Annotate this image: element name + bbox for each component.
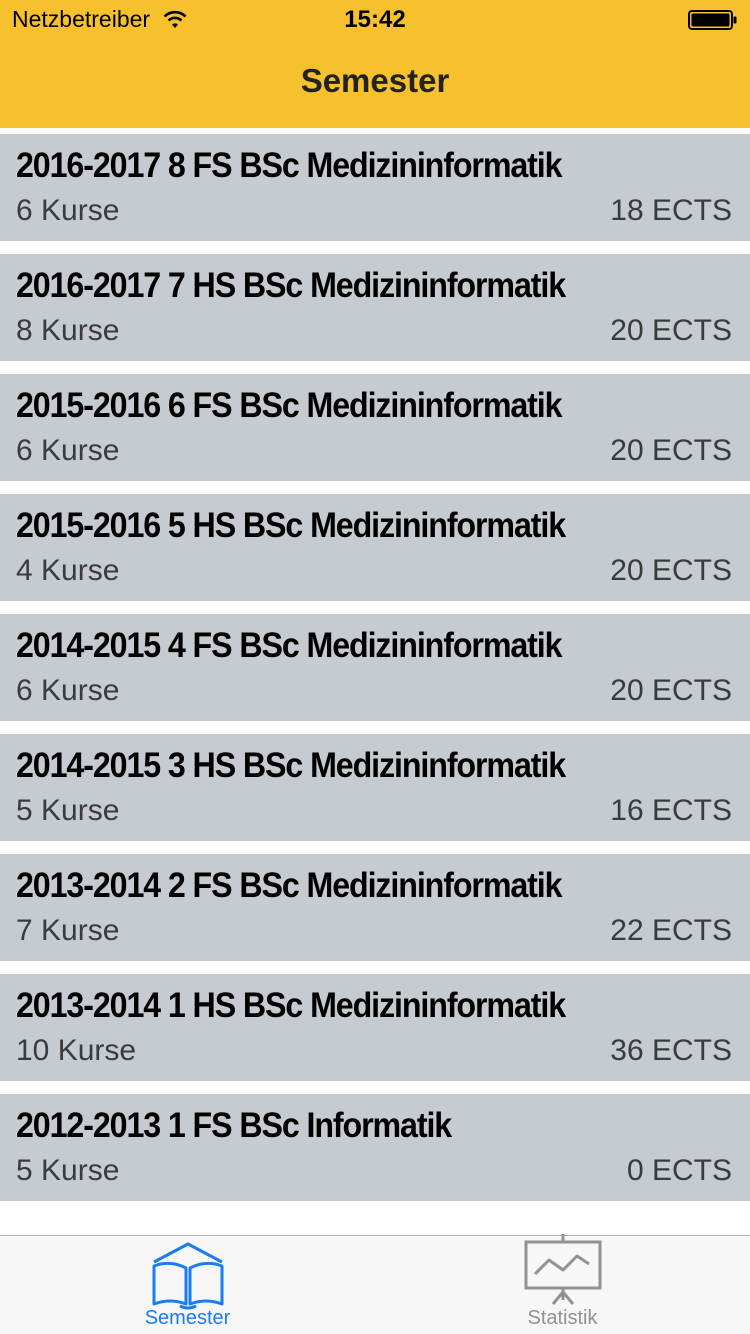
ects-value: 20 ECTS <box>610 314 732 347</box>
screen: Netzbetreiber 15:42 Semester 2016-2017 8… <box>0 0 750 1334</box>
ects-value: 18 ECTS <box>610 194 732 227</box>
ects-value: 0 ECTS <box>626 1154 732 1187</box>
course-count: 5 Kurse <box>16 1154 120 1187</box>
course-count: 7 Kurse <box>16 914 120 947</box>
chart-board-icon <box>524 1234 601 1305</box>
tab-statistik[interactable]: Statistik <box>375 1234 750 1334</box>
page-title: Semester <box>300 62 450 99</box>
semester-title: 2015-2016 6 FS BSc Medizininformatik <box>16 386 563 425</box>
status-bar: Netzbetreiber 15:42 <box>0 0 750 40</box>
list-item[interactable]: 2016-2017 7 HS BSc Medizininformatik 8 K… <box>0 254 750 361</box>
ects-value: 16 ECTS <box>610 794 732 827</box>
list-item[interactable]: 2016-2017 8 FS BSc Medizininformatik 6 K… <box>0 134 750 241</box>
list-item[interactable]: 2014-2015 3 HS BSc Medizininformatik 5 K… <box>0 734 750 841</box>
header: Netzbetreiber 15:42 Semester <box>0 0 750 128</box>
tab-semester[interactable]: Semester <box>0 1236 375 1334</box>
battery-icon <box>688 10 737 30</box>
semester-title: 2014-2015 4 FS BSc Medizininformatik <box>16 626 563 665</box>
semester-title: 2013-2014 2 FS BSc Medizininformatik <box>16 866 563 905</box>
ects-value: 36 ECTS <box>610 1034 732 1067</box>
list-item[interactable]: 2014-2015 4 FS BSc Medizininformatik 6 K… <box>0 614 750 721</box>
ects-value: 20 ECTS <box>610 434 732 467</box>
semester-title: 2015-2016 5 HS BSc Medizininformatik <box>16 506 566 545</box>
course-count: 4 Kurse <box>16 554 120 587</box>
course-count: 6 Kurse <box>16 674 120 707</box>
list-item[interactable]: 2013-2014 1 HS BSc Medizininformatik 10 … <box>0 974 750 1081</box>
list-item[interactable]: 2012-2013 1 FS BSc Informatik 5 Kurse 0 … <box>0 1094 750 1201</box>
ects-value: 20 ECTS <box>610 674 732 707</box>
semester-title: 2016-2017 7 HS BSc Medizininformatik <box>16 266 566 305</box>
course-count: 6 Kurse <box>16 434 120 467</box>
semester-title: 2013-2014 1 HS BSc Medizininformatik <box>16 986 566 1025</box>
list-item[interactable]: 2015-2016 5 HS BSc Medizininformatik 4 K… <box>0 494 750 601</box>
semester-title: 2012-2013 1 FS BSc Informatik <box>16 1106 452 1145</box>
course-count: 5 Kurse <box>16 794 120 827</box>
ects-value: 22 ECTS <box>610 914 732 947</box>
semester-title: 2014-2015 3 HS BSc Medizininformatik <box>16 746 566 785</box>
book-icon <box>152 1242 223 1310</box>
list-item[interactable]: 2015-2016 6 FS BSc Medizininformatik 6 K… <box>0 374 750 481</box>
ects-value: 20 ECTS <box>610 554 732 587</box>
tab-label-semester: Semester <box>144 1307 231 1329</box>
course-count: 8 Kurse <box>16 314 120 347</box>
course-count: 6 Kurse <box>16 194 120 227</box>
course-count: 10 Kurse <box>16 1034 137 1067</box>
list-item[interactable]: 2013-2014 2 FS BSc Medizininformatik 7 K… <box>0 854 750 961</box>
semester-list: 2016-2017 8 FS BSc Medizininformatik 6 K… <box>0 134 750 1214</box>
clock: 15:42 <box>344 6 406 33</box>
semester-title: 2016-2017 8 FS BSc Medizininformatik <box>16 146 563 185</box>
tab-label-statistik: Statistik <box>527 1307 598 1329</box>
tab-bar: Semester Statistik <box>0 1234 750 1334</box>
